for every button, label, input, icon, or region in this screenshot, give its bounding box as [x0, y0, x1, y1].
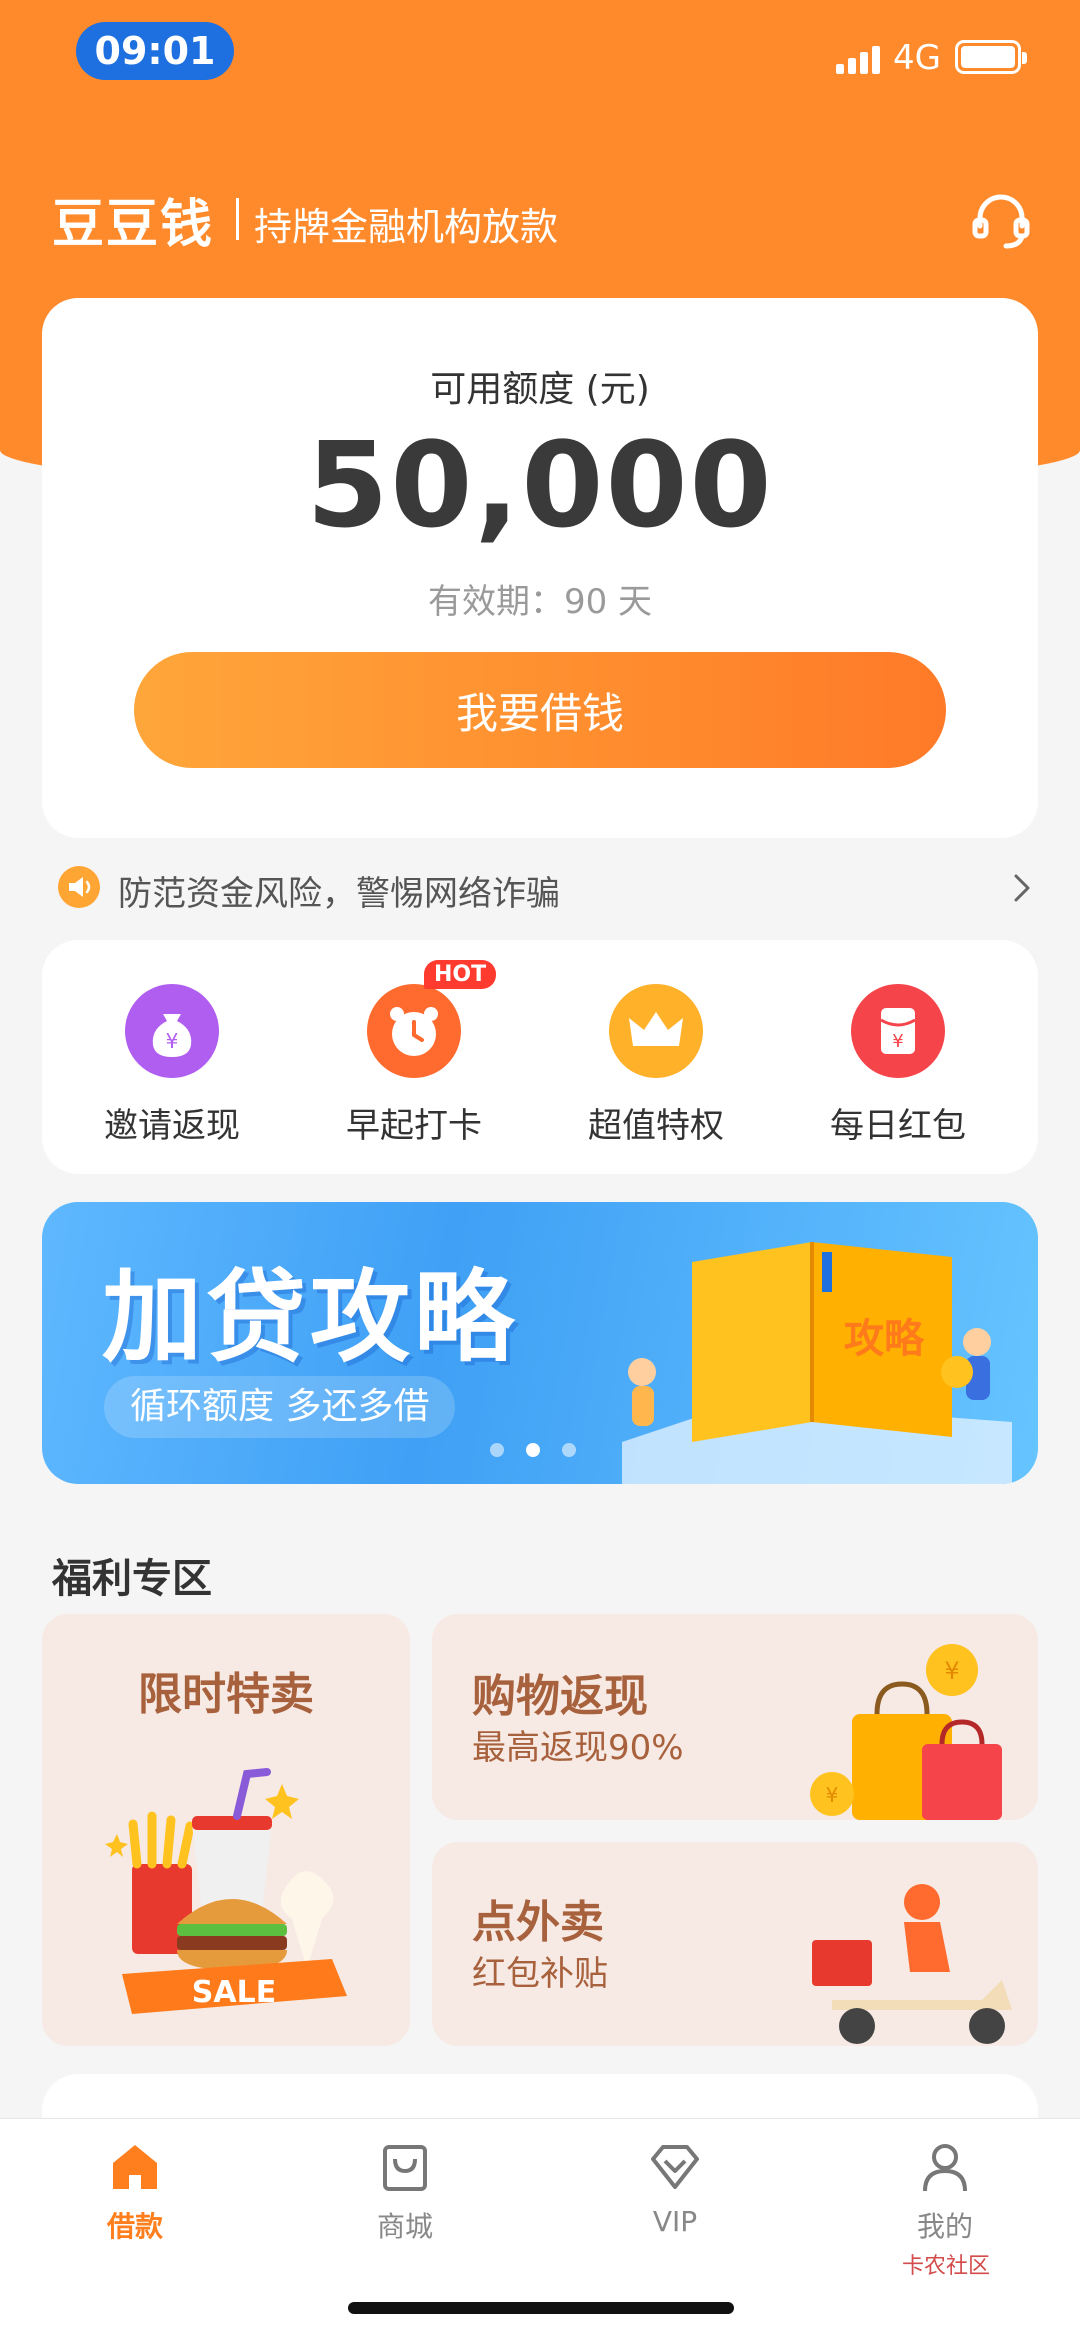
crown-icon	[609, 984, 703, 1078]
credit-validity: 有效期：90 天	[427, 582, 653, 622]
money-bag-icon: ¥	[125, 984, 219, 1078]
shortcut-label: 每日红包	[830, 1106, 966, 1146]
tab-label: 商城	[376, 2210, 433, 2243]
signal-icon	[836, 46, 880, 74]
speaker-icon	[58, 866, 100, 908]
carousel-dot[interactable]	[562, 1443, 576, 1457]
shortcut-early-checkin[interactable]: HOT 早起打卡	[304, 960, 524, 1154]
promo-subtitle: 红包补贴	[472, 1954, 608, 1994]
shortcut-label: 早起打卡	[346, 1106, 482, 1146]
delivery-scooter-illustration	[812, 1884, 1012, 2044]
brand-logo: 豆豆钱	[52, 195, 215, 255]
brand-slogan: 持牌金融机构放款	[254, 205, 559, 249]
tab-loan[interactable]: 借款	[35, 2139, 235, 2259]
sale-tag: SALE	[192, 1975, 276, 2010]
carousel-dot-active[interactable]	[526, 1443, 540, 1457]
battery-icon	[955, 40, 1027, 74]
user-icon	[923, 2144, 967, 2192]
shortcut-invite-cashback[interactable]: ¥ 邀请返现	[62, 984, 282, 1154]
credit-card: 可用额度 (元) 50,000 有效期：90 天 我要借钱	[42, 298, 1038, 838]
status-bar: 09:01 4G	[0, 0, 1080, 100]
svg-text:¥: ¥	[166, 1029, 179, 1053]
promo-subtitle: 最高返现90%	[472, 1728, 684, 1768]
customer-service-icon[interactable]	[970, 190, 1032, 252]
carousel-dot[interactable]	[490, 1443, 504, 1457]
food-delivery-card[interactable]: 点外卖 红包补贴	[432, 1842, 1038, 2046]
shortcut-label: 邀请返现	[104, 1106, 240, 1146]
hot-badge: HOT	[424, 960, 497, 989]
shortcut-label: 超值特权	[588, 1106, 724, 1146]
diamond-icon	[651, 2145, 699, 2189]
shopping-bags-illustration: ¥ ¥	[810, 1644, 1002, 1820]
alarm-clock-icon	[367, 984, 461, 1078]
svg-text:¥: ¥	[826, 1783, 839, 1807]
book-illustration: 攻略	[622, 1242, 1012, 1484]
notice-bar[interactable]: 防范资金风险，警惕网络诈骗	[0, 856, 1080, 920]
home-icon	[113, 2145, 157, 2189]
shortcut-panel: ¥ 邀请返现 HOT 早起打卡 超值特权 ¥ 每日红包	[42, 940, 1038, 1174]
home-indicator[interactable]	[348, 2302, 734, 2314]
welfare-section-title: 福利专区	[52, 1556, 212, 1602]
carousel-dots[interactable]	[490, 1442, 598, 1461]
shortcut-daily-red-envelope[interactable]: ¥ 每日红包	[788, 984, 1008, 1154]
svg-text:¥: ¥	[944, 1657, 959, 1685]
shortcut-privileges[interactable]: 超值特权	[546, 984, 766, 1154]
shopping-cashback-card[interactable]: 购物返现 最高返现90% ¥ ¥	[432, 1614, 1038, 1820]
svg-text:¥: ¥	[892, 1031, 903, 1052]
tab-vip[interactable]: VIP	[575, 2139, 775, 2259]
credit-limit-amount: 50,000	[306, 416, 774, 554]
tab-label: 借款	[106, 2210, 163, 2243]
notice-text: 防范资金风险，警惕网络诈骗	[118, 874, 560, 914]
watermark: 卡农社区	[902, 2254, 991, 2279]
flash-sale-card[interactable]: 限时特卖 SALE	[42, 1614, 410, 2046]
promo-title: 限时特卖	[138, 1669, 314, 1720]
borrow-button[interactable]: 我要借钱	[134, 652, 946, 768]
credit-limit-label: 可用额度 (元)	[430, 369, 650, 410]
tab-mine[interactable]: 我的	[845, 2139, 1045, 2259]
status-time: 09:01	[76, 22, 234, 80]
banner-title: 加贷攻略	[102, 1259, 518, 1376]
banner-subtitle: 循环额度 多还多借	[104, 1376, 456, 1438]
fast-food-illustration: SALE	[105, 1768, 347, 2014]
shopping-bag-icon	[383, 2145, 427, 2191]
brand-divider	[236, 198, 239, 240]
promo-title: 购物返现	[472, 1671, 648, 1722]
tab-mall[interactable]: 商城	[305, 2139, 505, 2259]
tab-label: VIP	[652, 2205, 698, 2238]
chevron-right-icon	[1014, 874, 1030, 902]
promo-banner[interactable]: 加贷攻略 循环额度 多还多借 攻略	[42, 1202, 1038, 1484]
network-type: 4G	[893, 38, 941, 78]
book-text: 攻略	[844, 1316, 925, 1362]
red-envelope-icon: ¥	[851, 984, 945, 1078]
promo-title: 点外卖	[472, 1897, 604, 1948]
tab-label: 我的	[916, 2210, 973, 2243]
